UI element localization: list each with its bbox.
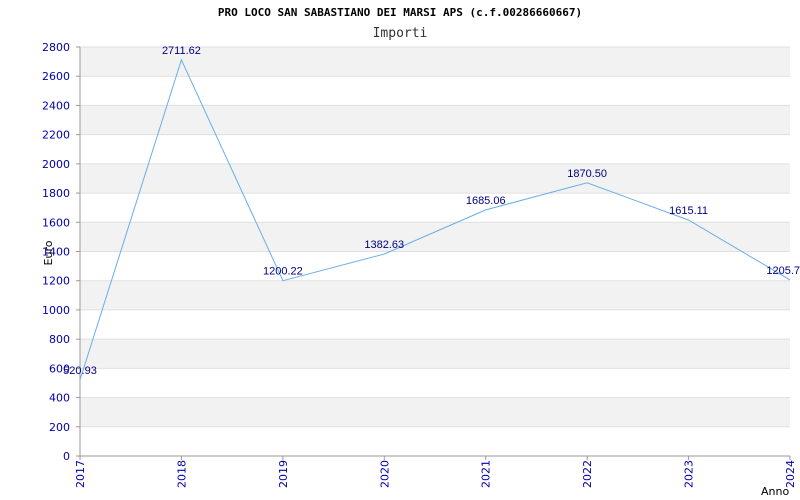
x-tick-label: 2021 xyxy=(480,460,493,488)
y-tick-label: 1200 xyxy=(42,275,70,288)
grid-band xyxy=(80,105,790,135)
data-label: 1200.22 xyxy=(263,266,303,278)
x-tick-label: 2018 xyxy=(175,460,188,488)
data-label: 2711.62 xyxy=(162,45,201,57)
chart-title: PRO LOCO SAN SABASTIANO DEI MARSI APS (c… xyxy=(218,6,582,19)
x-tick-label: 2020 xyxy=(378,460,391,488)
x-axis-ticks: 2017 2018 2019 2020 2021 2022 2023 2024 xyxy=(74,456,797,488)
grid-band xyxy=(80,280,790,310)
y-tick-label: 2600 xyxy=(42,70,70,83)
grid-band xyxy=(80,309,790,340)
grid-band xyxy=(80,222,790,252)
data-label: 1870.50 xyxy=(567,168,607,180)
data-label: 1205.7 xyxy=(766,265,800,277)
line-chart: PRO LOCO SAN SABASTIANO DEI MARSI APS (c… xyxy=(42,6,800,498)
y-tick-label: 1600 xyxy=(42,216,70,229)
x-tick-label: 2022 xyxy=(581,460,594,488)
grid-band xyxy=(80,76,790,106)
x-tick-label: 2017 xyxy=(74,460,87,488)
chart-subtitle: Importi xyxy=(373,26,428,41)
grid-band xyxy=(80,368,790,398)
y-tick-label: 1800 xyxy=(42,187,70,200)
grid-band xyxy=(80,163,790,194)
y-tick-label: 2200 xyxy=(42,129,70,142)
y-tick-label: 400 xyxy=(49,392,70,405)
y-axis-label: Euro xyxy=(42,240,55,265)
grid-bands xyxy=(80,46,790,457)
y-tick-label: 2800 xyxy=(42,41,70,54)
y-tick-label: 2400 xyxy=(42,99,70,112)
y-tick-label: 800 xyxy=(49,333,70,346)
y-tick-label: 1000 xyxy=(42,304,70,317)
data-label: 1685.06 xyxy=(466,195,506,207)
grid-band xyxy=(80,397,790,427)
x-axis-label: Anno xyxy=(761,485,789,498)
data-label: 1615.11 xyxy=(669,205,708,217)
data-label: 1382.63 xyxy=(364,239,404,251)
grid-band xyxy=(80,339,790,369)
grid-band xyxy=(80,134,790,164)
x-tick-label: 2023 xyxy=(683,460,696,488)
grid-band xyxy=(80,251,790,281)
grid-band xyxy=(80,426,790,456)
x-tick-label: 2024 xyxy=(784,460,797,488)
x-tick-label: 2019 xyxy=(277,460,290,488)
y-tick-label: 2000 xyxy=(42,158,70,171)
data-label: 520.93 xyxy=(63,365,97,377)
y-tick-label: 0 xyxy=(63,450,70,463)
y-tick-label: 200 xyxy=(49,421,70,434)
